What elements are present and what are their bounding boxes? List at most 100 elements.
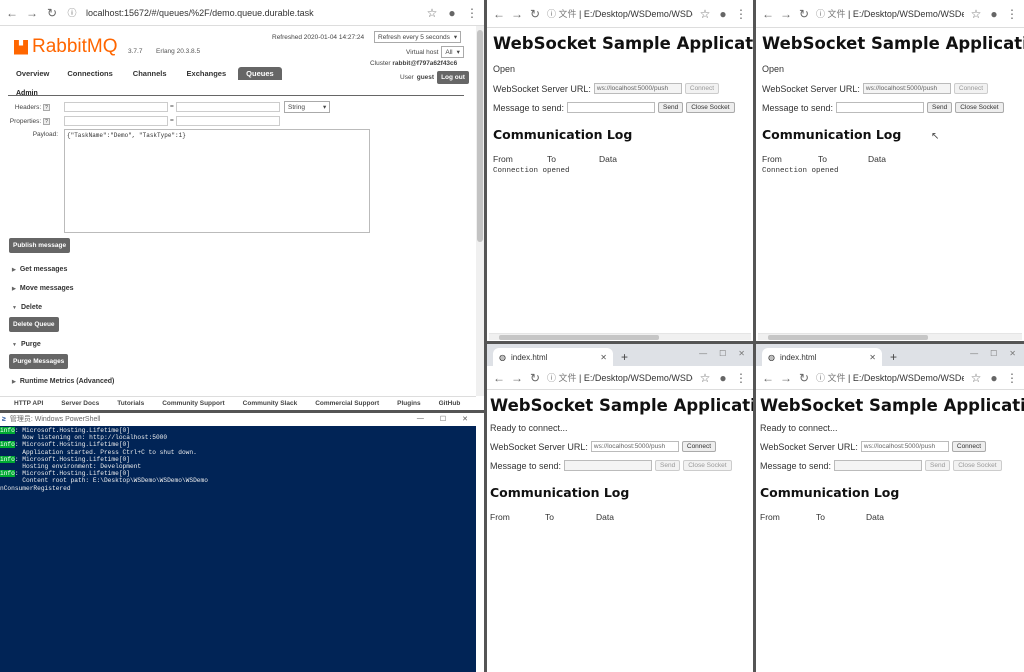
back-icon[interactable]: ← [493, 371, 505, 385]
logout-button[interactable]: Log out [437, 71, 469, 84]
footer-link-plugins[interactable]: Plugins [397, 400, 420, 407]
menu-icon[interactable]: ⋮ [1006, 7, 1018, 21]
forward-icon[interactable]: → [780, 7, 792, 21]
rabbitmq-logo[interactable]: RabbitMQ [14, 36, 118, 58]
section-move-messages[interactable]: ▶ Move messages [12, 285, 74, 292]
reload-icon[interactable]: ↻ [529, 7, 541, 21]
tab-connections[interactable]: Connections [57, 67, 122, 80]
connect-button[interactable]: Connect [681, 441, 716, 452]
maximize-icon[interactable]: ☐ [440, 415, 446, 423]
menu-icon[interactable]: ⋮ [1006, 371, 1018, 385]
close-tab-icon[interactable]: ✕ [869, 353, 876, 362]
section-get-messages[interactable]: ▶ Get messages [12, 266, 67, 273]
star-icon[interactable]: ☆ [970, 7, 982, 21]
profile-icon[interactable]: ● [446, 6, 458, 20]
maximize-icon[interactable]: ☐ [719, 349, 726, 358]
property-key-input[interactable] [64, 116, 168, 126]
new-tab-icon[interactable]: + [890, 350, 897, 364]
header-type-select[interactable]: String ▾ [284, 101, 331, 113]
horizontal-scrollbar[interactable] [758, 333, 1022, 340]
forward-icon[interactable]: → [511, 371, 523, 385]
star-icon[interactable]: ☆ [699, 7, 711, 21]
profile-icon[interactable]: ● [717, 371, 729, 385]
back-icon[interactable]: ← [762, 371, 774, 385]
property-value-input[interactable] [176, 116, 280, 126]
back-icon[interactable]: ← [6, 6, 18, 20]
purge-messages-button[interactable]: Purge Messages [9, 354, 69, 369]
info-icon[interactable]: ⓘ [66, 6, 78, 19]
tab-admin[interactable]: Admin [8, 90, 38, 97]
profile-icon[interactable]: ● [717, 7, 729, 21]
reload-icon[interactable]: ↻ [46, 6, 58, 20]
star-icon[interactable]: ☆ [699, 371, 711, 385]
forward-icon[interactable]: → [511, 7, 523, 21]
url-text[interactable]: ⓘ 文件 | E:/Desktop/WSDemo/WSDem... [816, 7, 964, 20]
star-icon[interactable]: ☆ [970, 371, 982, 385]
server-url-input[interactable]: ws://localhost:5000/push [860, 441, 949, 452]
payload-textarea[interactable]: {"TaskName":"Demo", "TaskType":1} [64, 129, 370, 233]
virtual-host-select[interactable]: All ▾ [441, 46, 464, 58]
star-icon[interactable]: ☆ [426, 6, 438, 20]
horizontal-scrollbar[interactable] [489, 333, 751, 340]
browser-tab[interactable]: ◍ index.html ✕ [762, 348, 882, 366]
tab-overview[interactable]: Overview [8, 67, 57, 80]
tab-exchanges[interactable]: Exchanges [177, 67, 237, 80]
footer-link-community-support[interactable]: Community Support [162, 400, 224, 407]
header-key-input[interactable] [64, 102, 168, 112]
close-icon[interactable]: ✕ [738, 349, 745, 358]
section-delete[interactable]: ▼ Delete [12, 304, 42, 311]
forward-icon[interactable]: → [26, 6, 38, 20]
minimize-icon[interactable]: — [417, 415, 424, 423]
footer-link-commercial-support[interactable]: Commercial Support [315, 400, 379, 407]
footer-link-github[interactable]: GitHub [439, 400, 461, 407]
back-icon[interactable]: ← [762, 7, 774, 21]
reload-icon[interactable]: ↻ [798, 7, 810, 21]
send-button[interactable]: Send [655, 460, 681, 471]
connect-button[interactable]: Connect [953, 83, 988, 94]
menu-icon[interactable]: ⋮ [735, 371, 747, 385]
profile-icon[interactable]: ● [988, 7, 1000, 21]
new-tab-icon[interactable]: + [621, 350, 628, 364]
browser-tab[interactable]: ◍ index.html ✕ [493, 348, 613, 366]
message-input[interactable] [834, 460, 923, 471]
menu-icon[interactable]: ⋮ [735, 7, 747, 21]
minimize-icon[interactable]: — [699, 349, 707, 358]
minimize-icon[interactable]: — [970, 349, 978, 358]
url-text[interactable]: localhost:15672/#/queues/%2F/demo.queue.… [86, 8, 418, 18]
close-tab-icon[interactable]: ✕ [600, 353, 607, 362]
message-input[interactable] [836, 102, 925, 113]
maximize-icon[interactable]: ☐ [990, 349, 997, 358]
close-socket-button[interactable]: Close Socket [686, 102, 735, 113]
url-text[interactable]: ⓘ 文件 | E:/Desktop/WSDemo/WSDemo... [816, 371, 964, 384]
tab-channels[interactable]: Channels [123, 67, 177, 80]
publish-message-button[interactable]: Publish message [9, 238, 71, 253]
footer-link-http-api[interactable]: HTTP API [14, 400, 43, 407]
reload-icon[interactable]: ↻ [798, 371, 810, 385]
forward-icon[interactable]: → [780, 371, 792, 385]
footer-link-community-slack[interactable]: Community Slack [243, 400, 298, 407]
close-socket-button[interactable]: Close Socket [955, 102, 1004, 113]
connect-button[interactable]: Connect [684, 83, 719, 94]
url-text[interactable]: ⓘ 文件 | E:/Desktop/WSDemo/WSDem... [547, 7, 693, 20]
connect-button[interactable]: Connect [951, 441, 986, 452]
server-url-input[interactable]: ws://localhost:5000/push [862, 83, 951, 94]
vertical-scrollbar[interactable] [476, 26, 484, 396]
send-button[interactable]: Send [927, 102, 953, 113]
tab-queues[interactable]: Queues [238, 67, 282, 80]
close-socket-button[interactable]: Close Socket [953, 460, 1002, 471]
close-icon[interactable]: ✕ [1009, 349, 1016, 358]
send-button[interactable]: Send [658, 102, 684, 113]
menu-icon[interactable]: ⋮ [466, 6, 478, 20]
close-socket-button[interactable]: Close Socket [683, 460, 732, 471]
footer-link-tutorials[interactable]: Tutorials [117, 400, 144, 407]
help-icon[interactable]: ? [43, 104, 50, 111]
profile-icon[interactable]: ● [988, 371, 1000, 385]
section-purge[interactable]: ▼ Purge [12, 341, 41, 348]
section-runtime-metrics[interactable]: ▶ Runtime Metrics (Advanced) [12, 378, 114, 385]
header-value-input[interactable] [176, 102, 280, 112]
server-url-input[interactable]: ws://localhost:5000/push [590, 441, 679, 452]
reload-icon[interactable]: ↻ [529, 371, 541, 385]
refresh-select[interactable]: Refresh every 5 seconds ▾ [374, 31, 462, 43]
message-input[interactable] [567, 102, 656, 113]
server-url-input[interactable]: ws://localhost:5000/push [593, 83, 682, 94]
